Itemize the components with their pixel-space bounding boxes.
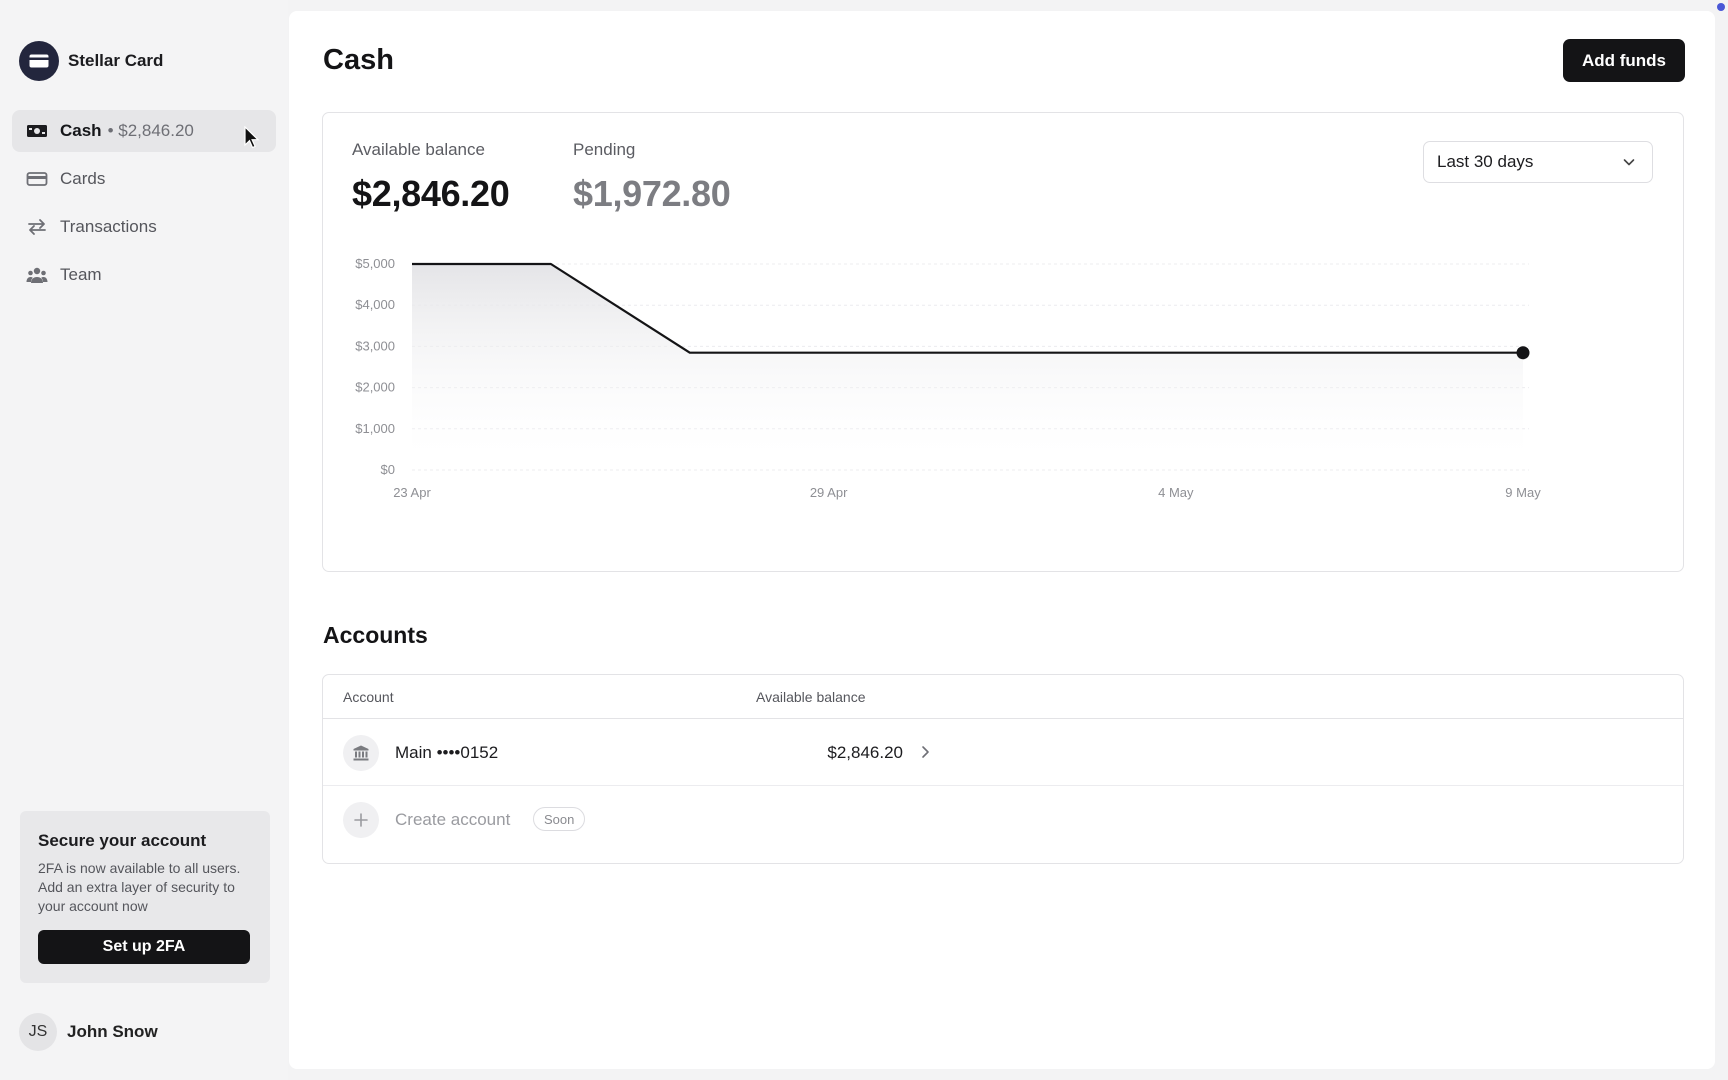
table-row[interactable]: Main ••••0152 $2,846.20: [323, 719, 1683, 786]
sidebar-nav: Cash • $2,846.20 Cards Transactions Team: [12, 110, 276, 302]
balance-area: [412, 264, 1523, 470]
create-account-label: Create account: [395, 810, 511, 829]
x-tick-label: 9 May: [1505, 485, 1541, 500]
current-balance-point: [1516, 346, 1530, 360]
sidebar-item-transactions[interactable]: Transactions: [12, 206, 276, 248]
table-header: Account Available balance: [323, 675, 1683, 719]
y-tick-label: $1,000: [355, 421, 395, 436]
sidebar: Stellar Card Cash • $2,846.20 Cards Tran…: [0, 0, 288, 1080]
y-tick-label: $3,000: [355, 338, 395, 353]
y-tick-label: $0: [381, 462, 395, 477]
user-profile[interactable]: JS John Snow: [19, 1013, 158, 1051]
promo-title: Secure your account: [38, 831, 207, 850]
avatar: JS: [19, 1013, 57, 1051]
sidebar-item-label: Cash: [60, 121, 102, 140]
promo-text: 2FA is now available to all users. Add a…: [38, 860, 241, 914]
sidebar-item-cash[interactable]: Cash • $2,846.20: [12, 110, 276, 152]
sidebar-item-label: Team: [60, 265, 102, 284]
accounts-table: Account Available balance Main ••••0152 …: [322, 674, 1684, 864]
sidebar-item-cards[interactable]: Cards: [12, 158, 276, 200]
sidebar-item-cash-balance: • $2,846.20: [107, 121, 194, 140]
banknote-icon: [26, 120, 48, 142]
column-header-account: Account: [343, 689, 394, 705]
secure-account-card: Secure your account 2FA is now available…: [20, 811, 270, 983]
sidebar-item-label: Cards: [60, 169, 106, 188]
accounts-title: Accounts: [323, 622, 428, 648]
y-tick-label: $2,000: [355, 380, 395, 395]
y-tick-label: $5,000: [355, 256, 395, 271]
column-header-balance: Available balance: [756, 689, 866, 705]
chevron-right-icon[interactable]: [919, 744, 931, 760]
soon-badge: Soon: [533, 807, 586, 831]
page-title: Cash: [323, 44, 394, 76]
x-tick-label: 4 May: [1158, 485, 1194, 500]
add-funds-button[interactable]: Add funds: [1563, 39, 1685, 82]
brand-name: Stellar Card: [68, 51, 164, 70]
card-icon: [26, 168, 48, 190]
y-tick-label: $4,000: [355, 297, 395, 312]
x-tick-label: 23 Apr: [393, 485, 431, 500]
window-indicator: [1717, 3, 1725, 11]
x-tick-label: 29 Apr: [810, 485, 848, 500]
plus-icon: [343, 802, 379, 838]
create-account-row: Create account Soon: [323, 786, 1683, 853]
card-logo-icon: [19, 41, 59, 81]
balance-chart: $0 $1,000 $2,000 $3,000 $4,000 $5,000 23 Apr 29…: [355, 256, 1541, 500]
user-name: John Snow: [67, 1022, 158, 1041]
brand[interactable]: Stellar Card: [19, 41, 163, 81]
sidebar-item-label: Transactions: [60, 217, 157, 236]
users-icon: [26, 264, 48, 286]
arrows-icon: [26, 216, 48, 238]
account-name: Main ••••0152: [395, 743, 499, 762]
setup-2fa-button[interactable]: Set up 2FA: [38, 930, 250, 964]
bank-icon: [343, 735, 379, 771]
account-balance: $2,846.20: [827, 743, 903, 762]
main-panel: Cash Add funds Available balance $2,846.…: [289, 11, 1715, 1069]
mouse-cursor-icon: [244, 126, 260, 149]
balance-card: Available balance $2,846.20 Pending $1,9…: [322, 112, 1684, 572]
sidebar-item-team[interactable]: Team: [12, 254, 276, 296]
